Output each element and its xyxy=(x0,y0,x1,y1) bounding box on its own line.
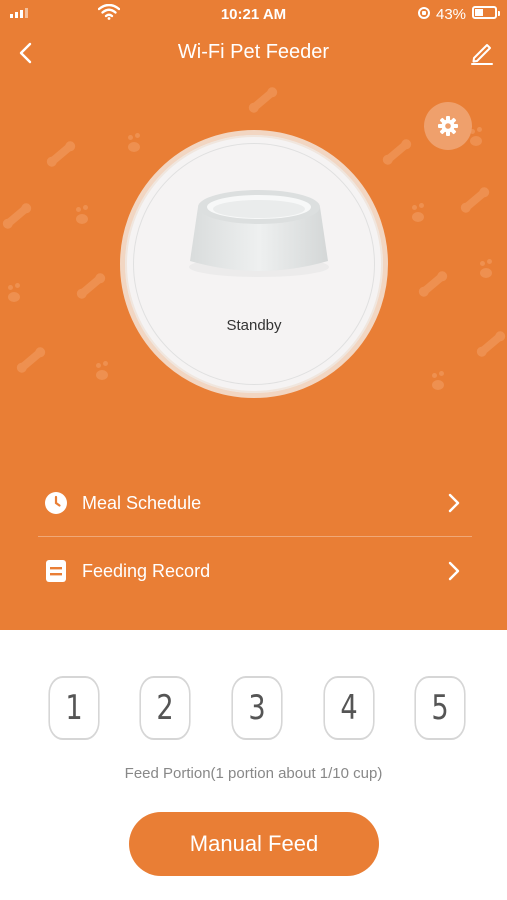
bone-decoration xyxy=(4,204,30,228)
meal-schedule-row[interactable]: Meal Schedule xyxy=(38,470,472,536)
portion-caption: Feed Portion(1 portion about 1/10 cup) xyxy=(124,765,383,782)
chevron-right-icon xyxy=(448,561,460,581)
paw-decoration xyxy=(412,205,424,222)
page-title: Wi-Fi Pet Feeder xyxy=(177,41,330,63)
list-icon xyxy=(46,560,66,582)
portion-option-3[interactable]: 3 xyxy=(231,676,283,740)
bone-decoration xyxy=(78,274,104,298)
bone-decoration xyxy=(48,142,74,166)
portion-option-4[interactable]: 4 xyxy=(323,676,375,740)
battery-icon xyxy=(472,6,500,19)
bone-decoration xyxy=(250,88,276,112)
paw-decoration xyxy=(76,207,88,224)
portion-selector[interactable]: 1 2 3 4 5 xyxy=(0,676,507,742)
portion-option-5[interactable]: 5 xyxy=(414,676,466,740)
settings-button[interactable] xyxy=(424,102,472,150)
menu-divider xyxy=(38,536,472,537)
paw-decoration xyxy=(96,363,108,380)
pencil-icon xyxy=(471,44,493,65)
battery-percent: 43% xyxy=(436,6,467,23)
portion-option-1[interactable]: 1 xyxy=(48,676,100,740)
paw-decoration xyxy=(128,135,140,152)
paw-decoration xyxy=(480,261,492,278)
bone-decoration xyxy=(18,348,44,372)
bone-decoration xyxy=(420,272,446,296)
rotation-lock-icon xyxy=(418,7,430,19)
feeder-status-display: Standby xyxy=(120,130,388,398)
bone-decoration xyxy=(462,188,488,212)
pet-bowl-icon xyxy=(189,190,329,277)
device-status-text: Standby xyxy=(226,317,282,334)
status-bar: 10:21 AM 43% xyxy=(0,0,507,28)
bone-decoration xyxy=(384,140,410,164)
feeding-record-row[interactable]: Feeding Record xyxy=(38,538,472,604)
manual-feed-button[interactable]: Manual Feed xyxy=(129,812,379,876)
paw-decoration xyxy=(8,285,20,302)
bone-decoration xyxy=(478,332,504,356)
portion-option-2[interactable]: 2 xyxy=(139,676,191,740)
status-time: 10:21 AM xyxy=(220,6,287,23)
clock-icon xyxy=(45,492,67,514)
edit-button[interactable] xyxy=(468,40,496,66)
feeder-header-panel: 10:21 AM 43% Wi-Fi Pet Feeder Standby Me… xyxy=(0,0,507,630)
paw-decoration xyxy=(470,129,482,146)
chevron-right-icon xyxy=(448,493,460,513)
paw-decoration xyxy=(432,373,444,390)
feeding-record-label: Feeding Record xyxy=(82,560,211,581)
meal-schedule-label: Meal Schedule xyxy=(82,492,202,513)
gear-icon xyxy=(438,116,458,136)
